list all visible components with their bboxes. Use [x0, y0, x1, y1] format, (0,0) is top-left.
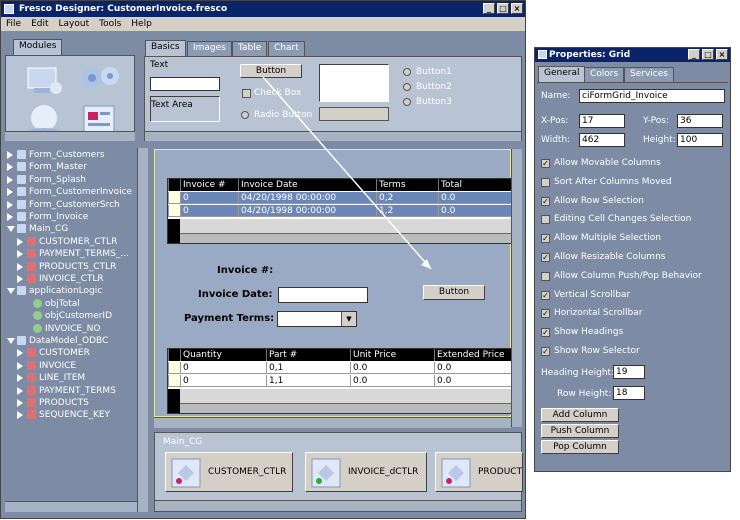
option-label: Allow Multiple Selection — [554, 233, 661, 244]
width-label: Width: — [541, 135, 571, 145]
main-window: Fresco Designer: CustomerInvoice.fresco … — [0, 0, 526, 519]
option-checkbox[interactable] — [541, 215, 550, 225]
heading-height-field[interactable]: 19 — [613, 365, 645, 379]
option-label: Vertical Scrollbar — [554, 289, 631, 300]
add-column-button[interactable]: Add Column — [541, 408, 619, 422]
width-field[interactable]: 462 — [579, 133, 625, 147]
properties-window: Properties: Grid _ □ × General Colors Se… — [534, 47, 731, 472]
properties-title: Properties: Grid — [549, 50, 631, 60]
ypos-field[interactable]: 36 — [677, 114, 723, 128]
height-label: Height: — [643, 135, 676, 145]
option-checkbox[interactable] — [541, 177, 550, 187]
row-height-label: Row Height: — [557, 389, 612, 399]
option-label: Editing Cell Changes Selection — [554, 214, 692, 225]
option-checkbox[interactable]: ✓ — [541, 309, 550, 319]
bottom-hscroll[interactable] — [155, 500, 521, 511]
properties-minimize-icon[interactable]: _ — [688, 49, 700, 60]
bottom-item-customer-ctlr[interactable]: CUSTOMER_CTLR — [165, 452, 293, 492]
xpos-label: X-Pos: — [541, 116, 569, 126]
heading-height-label: Heading Height: — [541, 368, 615, 378]
tab-general[interactable]: General — [538, 66, 586, 82]
bottom-item-product[interactable]: PRODUCT — [435, 452, 523, 492]
bottom-item-label: INVOICE_dCTLR — [348, 467, 419, 477]
option-label: Allow Movable Columns — [554, 158, 661, 168]
controller-icon — [171, 458, 201, 488]
option-label: Allow Row Selection — [554, 195, 644, 206]
controller-icon — [441, 458, 471, 488]
option-checkbox[interactable]: ✓ — [541, 328, 550, 338]
properties-maximize-icon[interactable]: □ — [702, 49, 714, 60]
option-checkbox[interactable]: ✓ — [541, 234, 550, 244]
name-field[interactable]: ciFormGrid_Invoice — [579, 89, 725, 103]
option-checkbox[interactable]: ✓ — [541, 347, 550, 356]
option-label: Show Row Selector — [554, 346, 640, 356]
row-height-field[interactable]: 18 — [613, 386, 645, 400]
option-label: Sort After Columns Moved — [554, 176, 672, 187]
bottom-item-label: PRODUCT — [478, 467, 523, 477]
bottom-item-label: CUSTOMER_CTLR — [208, 467, 287, 477]
xpos-field[interactable]: 17 — [579, 114, 625, 128]
pop-column-button[interactable]: Pop Column — [541, 440, 619, 454]
bottom-item-invoice-dctlr[interactable]: INVOICE_dCTLR — [305, 452, 427, 492]
properties-titlebar: Properties: Grid _ □ × — [535, 48, 730, 62]
controller-icon — [311, 458, 341, 488]
option-label: Allow Resizable Columns — [554, 252, 666, 262]
bottom-panel: Main_CG CUSTOMER_CTLR INVOICE_dCTLR PROD… — [154, 432, 523, 512]
option-label: Allow Column Push/Pop Behavior — [554, 270, 702, 281]
option-checkbox[interactable]: ✓ — [541, 290, 550, 300]
option-checkbox[interactable]: ✓ — [541, 159, 550, 168]
properties-body: Name: ciFormGrid_Invoice X-Pos: 17 Y-Pos… — [537, 82, 728, 468]
option-checkbox[interactable] — [541, 271, 550, 281]
option-checkbox[interactable]: ✓ — [541, 253, 550, 262]
ypos-label: Y-Pos: — [643, 116, 670, 126]
properties-close-icon[interactable]: × — [716, 49, 728, 60]
bottom-panel-title: Main_CG — [163, 437, 203, 447]
name-label: Name: — [541, 91, 571, 101]
properties-icon — [538, 50, 547, 59]
option-label: Horizontal Scrollbar — [554, 308, 643, 319]
tab-services[interactable]: Services — [624, 67, 674, 82]
tab-colors[interactable]: Colors — [584, 67, 625, 82]
height-field[interactable]: 100 — [677, 133, 723, 147]
option-label: Show Headings — [554, 327, 624, 338]
option-checkbox[interactable]: ✓ — [541, 196, 550, 206]
push-column-button[interactable]: Push Column — [541, 424, 619, 438]
